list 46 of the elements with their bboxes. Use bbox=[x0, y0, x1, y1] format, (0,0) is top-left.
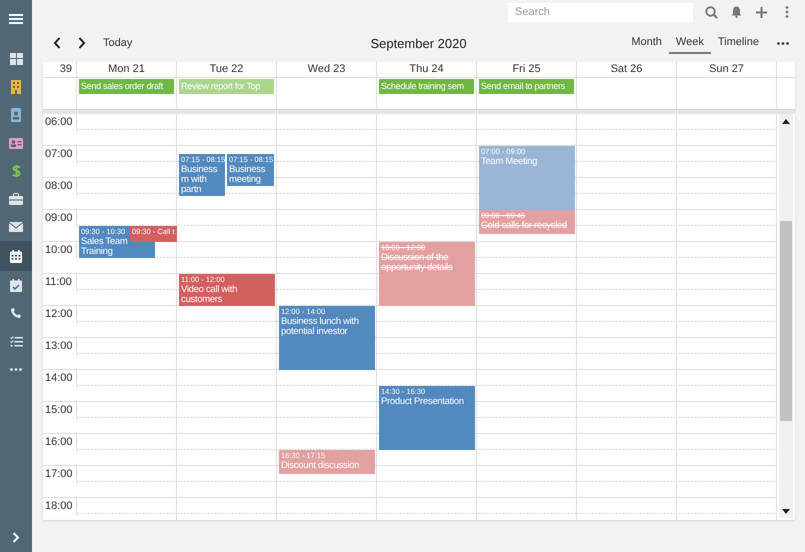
view-tab[interactable]: Week bbox=[668, 32, 711, 54]
hour-label: 18:00 bbox=[45, 500, 73, 512]
contact-card-icon bbox=[11, 108, 21, 122]
calendar-title: September 2020 bbox=[370, 36, 467, 50]
more-icon bbox=[10, 368, 22, 370]
dashboard-icon bbox=[10, 53, 22, 65]
mail-icon bbox=[9, 222, 23, 232]
hour-label: 11:00 bbox=[45, 276, 72, 288]
sidebar-item[interactable] bbox=[0, 241, 32, 271]
hour-label: 17:00 bbox=[45, 468, 73, 480]
day-header: Sun 27 bbox=[677, 62, 777, 77]
phone-icon bbox=[10, 307, 22, 319]
calendar-check-icon bbox=[10, 278, 22, 292]
day-header: Fri 25 bbox=[477, 62, 577, 77]
hour-label: 13:00 bbox=[45, 340, 73, 352]
scroll-up-icon[interactable] bbox=[782, 119, 790, 124]
building-icon bbox=[11, 80, 21, 94]
view-tab[interactable]: Timeline bbox=[710, 32, 766, 54]
day-header: Tue 22 bbox=[177, 62, 277, 77]
day-header: Wed 23 bbox=[277, 62, 377, 77]
day-header: Sat 26 bbox=[577, 62, 677, 77]
hour-label: 10:00 bbox=[45, 244, 73, 256]
all-day-event[interactable]: Send sales order draft bbox=[79, 79, 174, 94]
hour-label: 09:00 bbox=[45, 212, 73, 224]
today-button[interactable]: Today bbox=[103, 37, 132, 49]
hour-label: 07:00 bbox=[45, 148, 73, 160]
briefcase-icon bbox=[9, 193, 23, 205]
hour-label: 12:00 bbox=[45, 308, 73, 320]
hour-label: 08:00 bbox=[45, 180, 73, 192]
scrollbar[interactable] bbox=[779, 114, 793, 518]
hour-label: 14:00 bbox=[45, 372, 73, 384]
search-field[interactable]: Search bbox=[508, 2, 693, 22]
view-tab[interactable]: Month bbox=[624, 32, 669, 54]
id-card-icon bbox=[9, 138, 23, 148]
hour-label: 16:00 bbox=[45, 436, 73, 448]
scroll-down-icon[interactable] bbox=[782, 509, 790, 514]
day-header: Thu 24 bbox=[377, 62, 477, 77]
hour-label: 06:00 bbox=[45, 116, 73, 128]
dollar-icon bbox=[12, 164, 20, 178]
hour-label: 15:00 bbox=[45, 404, 73, 416]
week-number: 39 bbox=[43, 62, 77, 77]
day-header: Mon 21 bbox=[77, 62, 177, 77]
task-list-icon bbox=[10, 336, 22, 346]
all-day-event[interactable]: Schedule training sem bbox=[379, 79, 474, 94]
all-day-event[interactable]: Send email to partners bbox=[479, 79, 574, 94]
calendar-icon bbox=[10, 250, 22, 262]
